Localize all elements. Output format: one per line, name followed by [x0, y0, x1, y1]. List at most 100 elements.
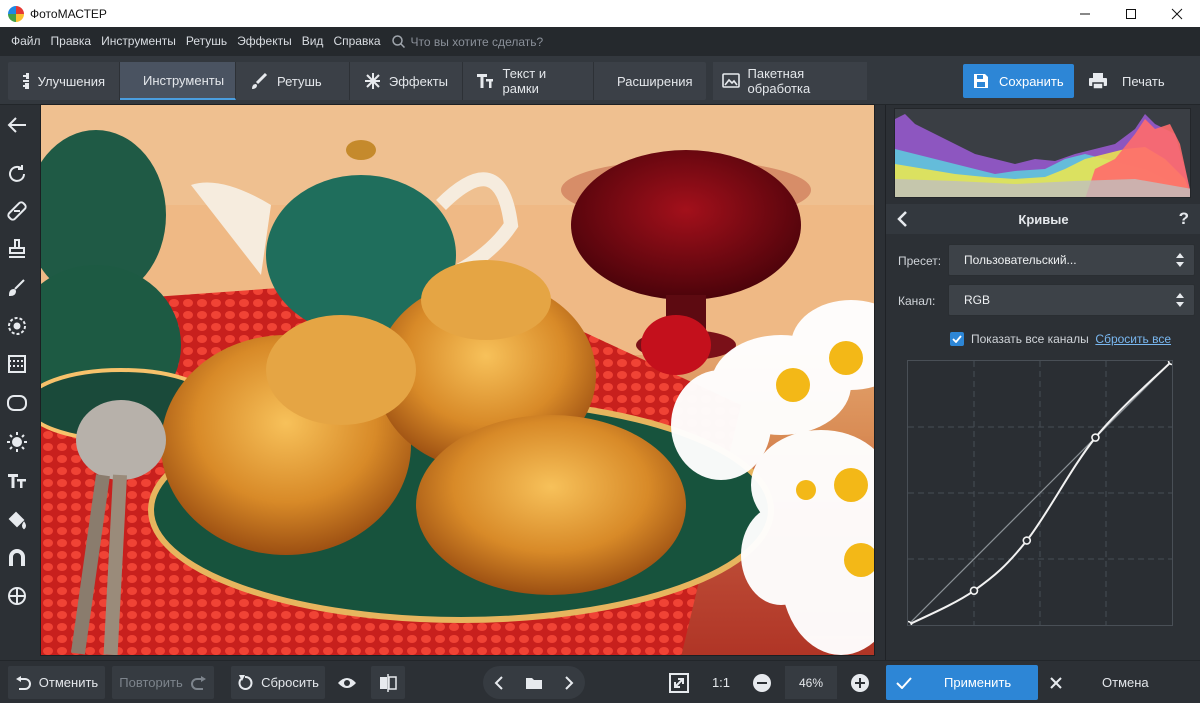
close-icon — [1050, 676, 1062, 689]
apply-button[interactable]: Применить — [886, 665, 1038, 700]
channel-select[interactable]: RGB — [948, 284, 1195, 316]
images-icon — [722, 73, 740, 88]
checkbox-checked-icon — [950, 332, 964, 346]
minimize-icon — [1080, 13, 1090, 14]
menu-effects[interactable]: Эффекты — [232, 27, 297, 56]
cancel-button[interactable]: Отмена — [1040, 665, 1195, 700]
cancel-label: Отмена — [1102, 675, 1149, 690]
curves-graph[interactable] — [903, 356, 1177, 630]
curve-control-point[interactable] — [1091, 433, 1100, 442]
undo-label: Отменить — [38, 675, 99, 690]
save-label: Сохранить — [999, 73, 1064, 89]
redo-button[interactable]: Повторить — [112, 666, 214, 699]
actual-size-button[interactable]: 1:1 — [704, 666, 738, 699]
fit-screen-button[interactable] — [662, 666, 696, 699]
tab-extensions[interactable]: Расширения — [594, 62, 706, 100]
menu-view[interactable]: Вид — [297, 27, 329, 56]
compare-button[interactable] — [371, 666, 405, 699]
menu-help[interactable]: Справка — [328, 27, 385, 56]
redo-icon — [190, 675, 206, 690]
check-icon — [896, 676, 912, 689]
preset-select[interactable]: Пользовательский... — [948, 244, 1195, 276]
photo-canvas[interactable] — [40, 104, 875, 656]
minimize-button[interactable] — [1062, 0, 1108, 27]
fit-screen-icon — [669, 672, 689, 693]
batch-processing-button[interactable]: Пакетная обработка — [713, 62, 867, 100]
print-label: Печать — [1122, 73, 1165, 89]
compare-icon — [380, 673, 397, 692]
channel-value: RGB — [964, 293, 991, 307]
curve-plot — [903, 356, 1177, 630]
reset-button[interactable]: Сбросить — [231, 666, 325, 699]
curve-control-point[interactable] — [969, 586, 979, 595]
tab-tools[interactable]: Инструменты — [120, 62, 236, 100]
eye-icon — [338, 677, 356, 688]
menu-retouch[interactable]: Ретушь — [181, 27, 232, 56]
reset-all-link[interactable]: Сбросить все — [1095, 332, 1171, 346]
help-icon[interactable]: ? — [1179, 209, 1189, 229]
photo-illustration — [41, 105, 874, 655]
main-toolbar: Улучшения Инструменты Ретушь Эффекты Тек… — [0, 56, 1200, 105]
menu-tools[interactable]: Инструменты — [96, 27, 181, 56]
zoom-level[interactable]: 46% — [785, 666, 837, 699]
chevron-left-icon[interactable] — [896, 210, 908, 228]
print-button[interactable]: Печать — [1080, 64, 1192, 98]
magnet-icon[interactable] — [5, 546, 29, 570]
show-all-channels-checkbox[interactable]: Показать все каналы — [950, 332, 1089, 346]
undo-icon — [15, 675, 31, 690]
save-button[interactable]: Сохранить — [963, 64, 1074, 98]
gradient-icon[interactable] — [5, 352, 29, 376]
show-all-channels-label: Показать все каналы — [971, 332, 1089, 346]
reset-label: Сбросить — [261, 675, 319, 690]
search-icon — [391, 35, 405, 48]
vignette-icon[interactable] — [5, 391, 29, 415]
tab-label: Эффекты — [388, 73, 448, 89]
tab-label: Ретушь — [277, 73, 322, 89]
zoom-out-icon — [753, 673, 771, 692]
menu-edit[interactable]: Правка — [46, 27, 97, 56]
maximize-button[interactable] — [1108, 0, 1154, 27]
preset-value: Пользовательский... — [964, 253, 1077, 267]
bottom-bar: Отменить Повторить Сбросить 1:1 46% Прим… — [0, 660, 1200, 703]
brush-icon[interactable] — [5, 275, 29, 299]
next-image-icon[interactable] — [564, 675, 574, 690]
tab-enhancements[interactable]: Улучшения — [8, 62, 120, 100]
title-bar: ФотоМАСТЕР — [0, 0, 1200, 27]
curve-control-point[interactable] — [1022, 536, 1032, 545]
histogram — [894, 108, 1191, 198]
image-navigation — [483, 666, 585, 699]
previous-image-icon[interactable] — [494, 675, 504, 690]
fill-icon[interactable] — [5, 508, 29, 532]
healing-icon[interactable] — [5, 199, 29, 223]
stamp-icon[interactable] — [5, 237, 29, 261]
app-logo-icon — [8, 5, 24, 22]
sliders-icon — [23, 73, 29, 89]
undo-button[interactable]: Отменить — [8, 666, 105, 699]
tab-text-frames[interactable]: Текст и рамки — [463, 62, 594, 100]
channel-label: Канал: — [898, 294, 936, 308]
menu-bar: Файл Правка Инструменты Ретушь Эффекты В… — [0, 27, 1200, 56]
tab-label: Инструменты — [143, 72, 225, 88]
save-icon — [974, 74, 988, 88]
zoom-out-button[interactable] — [745, 666, 779, 699]
curve-control-point[interactable] — [1167, 356, 1177, 366]
light-icon[interactable] — [5, 430, 29, 454]
preview-toggle-button[interactable] — [330, 666, 364, 699]
sparkle-icon — [365, 73, 380, 89]
close-button[interactable] — [1154, 0, 1200, 27]
radial-icon[interactable] — [5, 314, 29, 338]
tab-label: Расширения — [617, 73, 693, 89]
right-panel: Кривые ? Пресет: Пользовательский... Кан… — [885, 105, 1200, 660]
folder-icon[interactable] — [525, 676, 543, 690]
target-icon[interactable] — [5, 584, 29, 608]
close-icon — [1171, 8, 1183, 19]
curve-control-point[interactable] — [903, 620, 913, 630]
zoom-in-button[interactable] — [843, 666, 877, 699]
menu-file[interactable]: Файл — [6, 27, 46, 56]
tab-effects[interactable]: Эффекты — [350, 62, 463, 100]
tab-retouch[interactable]: Ретушь — [236, 62, 350, 100]
menu-search[interactable]: Что вы хотите сделать? — [391, 35, 543, 49]
back-arrow-icon[interactable] — [5, 113, 29, 137]
text-icon[interactable] — [5, 469, 29, 493]
rotate-icon[interactable] — [5, 161, 29, 185]
